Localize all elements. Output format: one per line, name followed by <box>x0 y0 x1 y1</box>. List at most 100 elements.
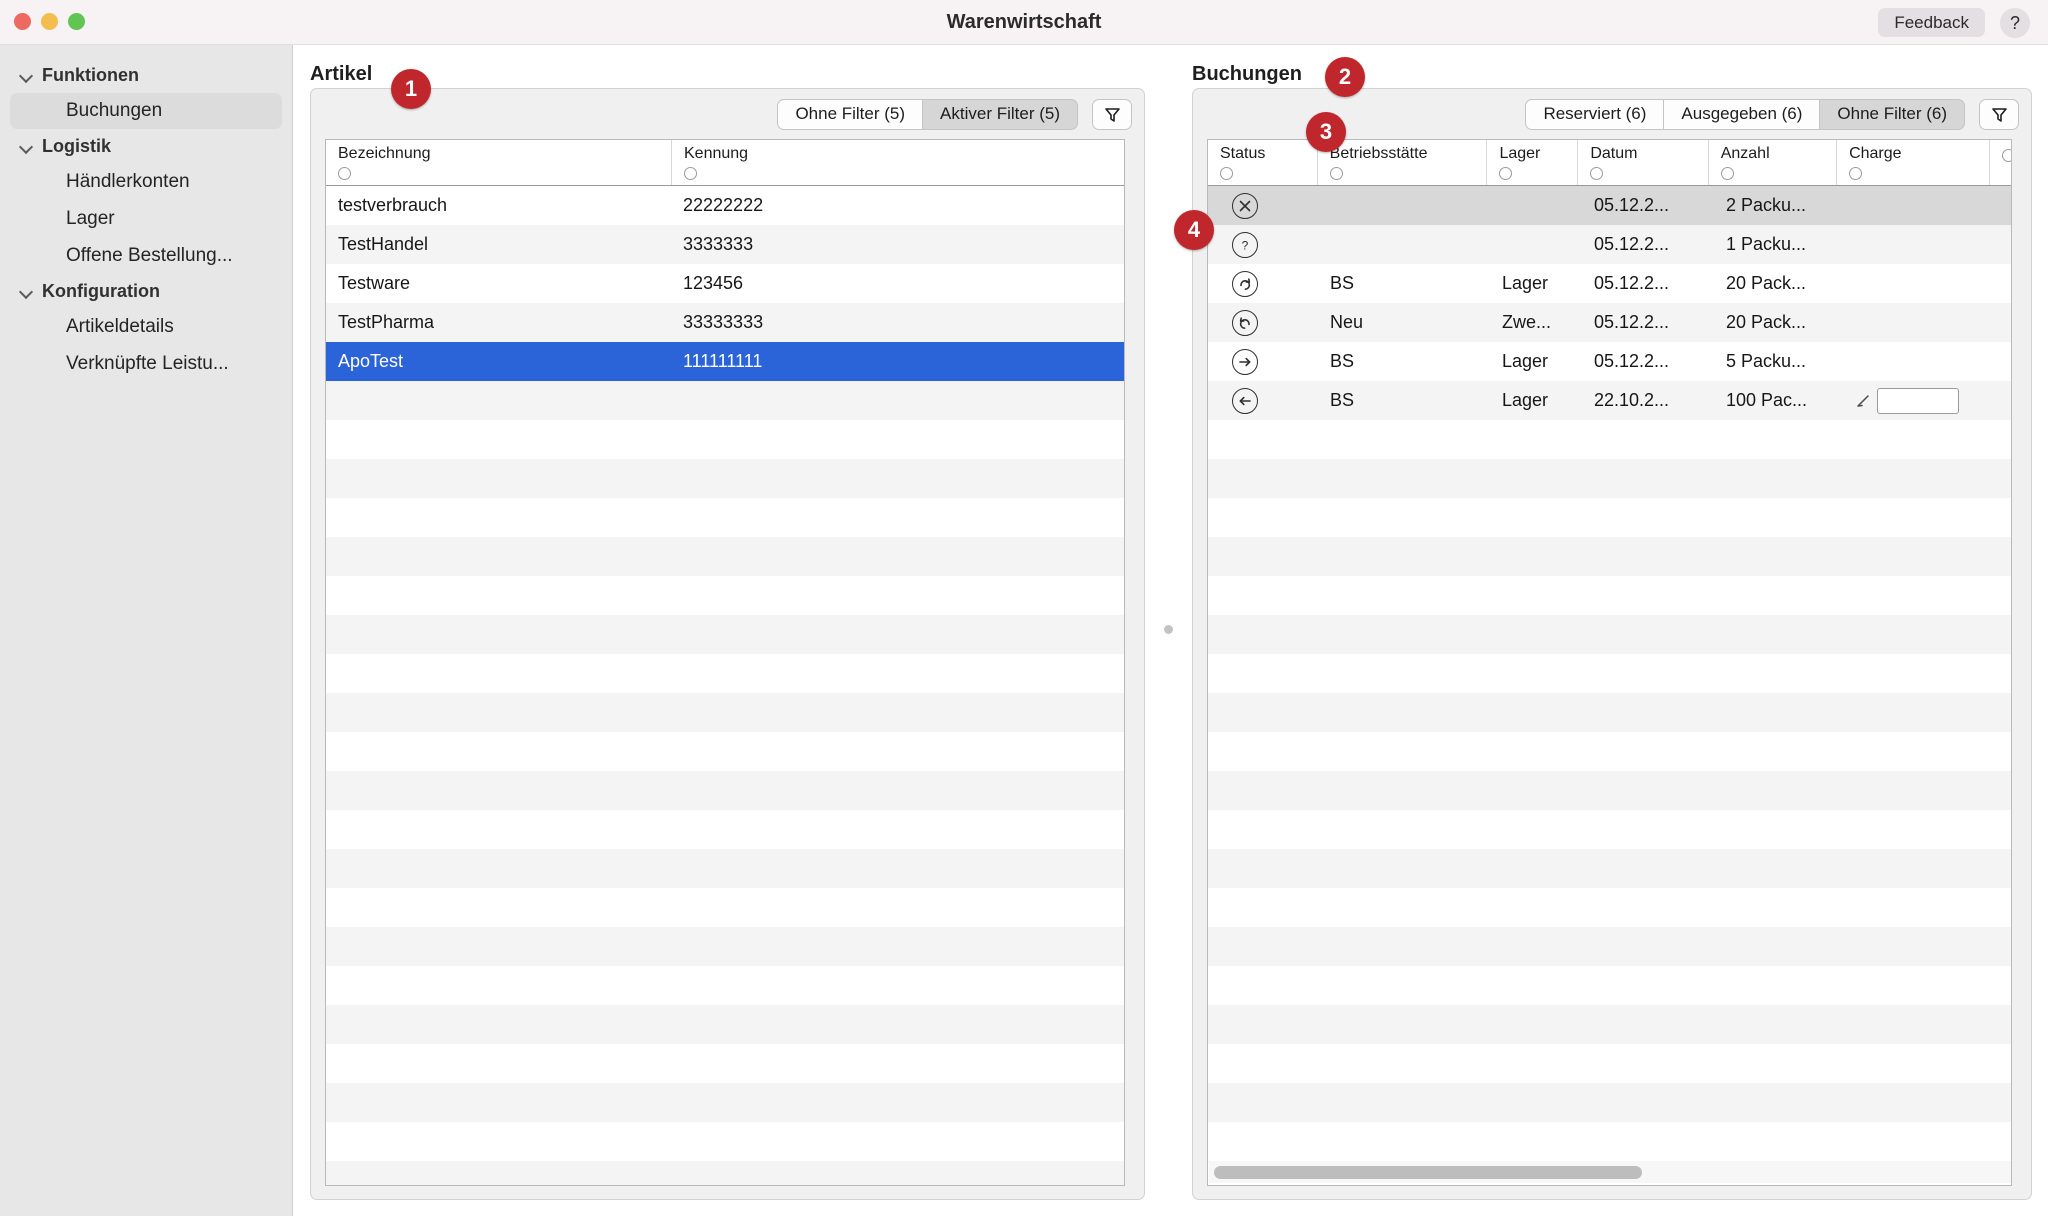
table-cell[interactable] <box>1844 387 1999 414</box>
table-row[interactable]: BS Lager 05.12.2... 5 Packu... <box>1208 342 2011 381</box>
artikel-filter-aktiver-filter[interactable]: Aktiver Filter (5) <box>923 98 1078 130</box>
column-sort-indicator[interactable] <box>1220 167 1233 180</box>
sidebar-item-verknuepfte-leistungen[interactable]: Verknüpfte Leistu... <box>10 346 282 382</box>
column-sort-indicator[interactable] <box>1590 167 1604 180</box>
artikel-column-bezeichnung[interactable]: Bezeichnung <box>326 140 671 185</box>
table-row[interactable] <box>326 927 1124 966</box>
buchungen-column-lager[interactable]: Lager <box>1486 140 1577 185</box>
table-row[interactable] <box>326 654 1124 693</box>
table-row[interactable]: BS Lager 05.12.2... 20 Pack... <box>1208 264 2011 303</box>
table-row[interactable]: ? 05.12.2... 1 Packu... <box>1208 225 2011 264</box>
table-row[interactable] <box>1208 420 2011 459</box>
buchungen-column-overflow[interactable] <box>1989 140 2011 185</box>
buchungen-filter-reserviert[interactable]: Reserviert (6) <box>1525 98 1665 130</box>
table-row[interactable] <box>1208 810 2011 849</box>
table-row[interactable] <box>1208 537 2011 576</box>
table-row[interactable] <box>1208 1044 2011 1083</box>
sidebar-item-buchungen[interactable]: Buchungen <box>10 93 282 129</box>
table-row[interactable]: TestPharma 33333333 <box>326 303 1124 342</box>
table-row[interactable] <box>326 1161 1124 1185</box>
circle-undo-icon <box>1232 309 1258 336</box>
table-row[interactable]: ApoTest 111111111 <box>326 342 1124 381</box>
table-row[interactable] <box>326 537 1124 576</box>
buchungen-filter-ausgegeben[interactable]: Ausgegeben (6) <box>1664 98 1821 130</box>
column-sort-indicator[interactable] <box>1499 167 1513 180</box>
table-row[interactable] <box>326 1122 1124 1161</box>
table-row[interactable] <box>326 615 1124 654</box>
panel-splitter-handle[interactable] <box>1164 625 1173 634</box>
table-row[interactable] <box>1208 654 2011 693</box>
table-row[interactable] <box>326 420 1124 459</box>
table-row[interactable] <box>326 810 1124 849</box>
artikel-filter-ohne-filter[interactable]: Ohne Filter (5) <box>777 98 924 130</box>
table-row[interactable] <box>1208 693 2011 732</box>
minimize-window-button[interactable] <box>41 13 58 30</box>
sidebar-group-logistik[interactable]: Logistik <box>0 130 292 163</box>
table-row[interactable] <box>1208 615 2011 654</box>
table-row[interactable] <box>326 498 1124 537</box>
close-window-button[interactable] <box>14 13 31 30</box>
table-row[interactable] <box>326 1044 1124 1083</box>
table-row[interactable] <box>1208 849 2011 888</box>
table-row[interactable]: TestHandel 3333333 <box>326 225 1124 264</box>
table-row[interactable] <box>1208 576 2011 615</box>
buchungen-filter-segmented-control: Reserviert (6) Ausgegeben (6) Ohne Filte… <box>1525 98 1965 130</box>
buchungen-horizontal-scrollbar[interactable] <box>1209 1161 2011 1183</box>
scrollbar-thumb[interactable] <box>1214 1165 1642 1179</box>
column-sort-indicator[interactable] <box>338 167 351 180</box>
sidebar-item-lager[interactable]: Lager <box>10 201 282 237</box>
table-row[interactable] <box>1208 732 2011 771</box>
table-row[interactable] <box>326 576 1124 615</box>
feedback-button[interactable]: Feedback <box>1878 8 1985 37</box>
table-row[interactable] <box>1208 966 2011 1005</box>
table-row[interactable] <box>1208 927 2011 966</box>
column-sort-indicator[interactable] <box>2002 149 2011 162</box>
buchungen-column-status[interactable]: Status <box>1208 140 1317 185</box>
sidebar-item-haendlerkonten[interactable]: Händlerkonten <box>10 164 282 200</box>
table-row[interactable]: Neu Zwe... 05.12.2... 20 Pack... <box>1208 303 2011 342</box>
table-row[interactable] <box>326 1083 1124 1122</box>
column-sort-indicator[interactable] <box>684 167 697 180</box>
buchungen-column-betriebsstaette[interactable]: Betriebsstätte <box>1316 140 1487 185</box>
column-sort-indicator[interactable] <box>1849 167 1863 180</box>
table-row[interactable]: BS Lager 22.10.2... 100 Pac... <box>1208 381 2011 420</box>
help-icon[interactable]: ? <box>2000 8 2030 38</box>
sidebar-group-konfiguration[interactable]: Konfiguration <box>0 275 292 308</box>
buchungen-funnel-icon-button[interactable] <box>1979 98 2019 130</box>
table-row[interactable] <box>1208 888 2011 927</box>
table-row[interactable] <box>326 966 1124 1005</box>
artikel-funnel-icon-button[interactable] <box>1092 98 1132 130</box>
table-row[interactable] <box>1208 1122 2011 1161</box>
table-row[interactable] <box>1208 771 2011 810</box>
table-row[interactable] <box>326 732 1124 771</box>
table-row[interactable] <box>326 771 1124 810</box>
table-row[interactable] <box>1208 1005 2011 1044</box>
table-row[interactable] <box>326 1005 1124 1044</box>
table-row[interactable] <box>326 381 1124 420</box>
column-sort-indicator[interactable] <box>1329 167 1343 180</box>
buchungen-column-datum[interactable]: Datum <box>1577 140 1707 185</box>
sidebar-item-artikeldetails[interactable]: Artikeldetails <box>10 309 282 345</box>
table-row[interactable] <box>326 849 1124 888</box>
table-cell: ? <box>1208 231 1318 258</box>
sidebar-item-offene-bestellung[interactable]: Offene Bestellung... <box>10 238 282 274</box>
buchungen-filter-ohne-filter[interactable]: Ohne Filter (6) <box>1820 98 1965 130</box>
table-row[interactable]: testverbrauch 22222222 <box>326 186 1124 225</box>
table-row[interactable] <box>326 693 1124 732</box>
table-row[interactable] <box>1208 1083 2011 1122</box>
column-sort-indicator[interactable] <box>1720 167 1734 180</box>
artikel-column-kennung[interactable]: Kennung <box>671 140 1124 185</box>
buchungen-column-charge[interactable]: Charge <box>1836 140 1989 185</box>
maximize-window-button[interactable] <box>68 13 85 30</box>
table-row[interactable] <box>326 888 1124 927</box>
charge-input[interactable] <box>1877 387 1959 414</box>
buchungen-table: Status Betriebsstätte Lager Datum Anzahl <box>1207 139 2012 1186</box>
buchungen-column-anzahl[interactable]: Anzahl <box>1707 140 1836 185</box>
table-row[interactable]: 05.12.2... 2 Packu... <box>1208 186 2011 225</box>
table-row[interactable] <box>1208 498 2011 537</box>
table-row[interactable]: Testware 123456 <box>326 264 1124 303</box>
table-row[interactable] <box>1208 459 2011 498</box>
sidebar-group-funktionen[interactable]: Funktionen <box>0 59 292 92</box>
column-header-label: Kennung <box>684 145 749 162</box>
table-row[interactable] <box>326 459 1124 498</box>
